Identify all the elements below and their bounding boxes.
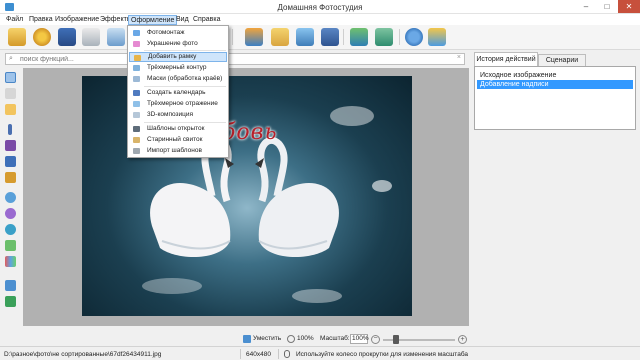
zoom-bar: Уместить 100% Масштаб: 100% − + (0, 332, 640, 346)
left-tool-strip (2, 68, 20, 326)
toolbar (0, 25, 640, 50)
menu-item-postcards[interactable]: Шаблоны открыток (129, 124, 227, 134)
frame-add-icon (134, 55, 141, 61)
fill-tool-icon[interactable] (5, 156, 16, 167)
status-hint: Используйте колесо прокрутки для изменен… (296, 351, 469, 358)
tab-scenarios[interactable]: Сценарии (538, 54, 586, 66)
menu-view[interactable]: Вид (174, 15, 191, 25)
channels-tool-icon[interactable] (5, 256, 16, 267)
help-icon[interactable] (405, 28, 423, 46)
calendar-icon (133, 90, 140, 96)
menu-help[interactable]: Справка (191, 15, 222, 25)
search-icon: ⌕ (9, 55, 13, 62)
menu-item-add-frame[interactable]: Добавить рамку (129, 52, 227, 62)
scale-label: Масштаб: (320, 335, 350, 342)
menu-file[interactable]: Файл (4, 15, 25, 25)
menu-design[interactable]: Оформление (128, 15, 178, 25)
menu-item-calendar[interactable]: Создать календарь (129, 88, 227, 98)
menu-edit[interactable]: Правка (27, 15, 55, 25)
montage-icon (133, 30, 140, 36)
rotate-tool-icon[interactable] (5, 296, 16, 307)
contour-icon (133, 65, 140, 71)
save-icon[interactable] (58, 28, 76, 46)
zoom-in-button[interactable]: + (458, 335, 467, 344)
menu-item-decoration[interactable]: Украшение фото (129, 39, 227, 49)
open-folder-icon[interactable] (8, 28, 26, 46)
image-dimensions: 640x480 (246, 351, 271, 358)
search-input[interactable] (20, 55, 440, 64)
decoration-icon (133, 41, 140, 47)
menu-item-import-templates[interactable]: Импорт шаблонов (129, 146, 227, 156)
design-menu-dropdown: Фотомонтаж Украшение фото Добавить рамку… (127, 25, 229, 158)
postcard-icon (133, 126, 140, 132)
title-bar: Домашняя Фотостудия – □ ✕ (0, 0, 640, 14)
blur-tool-icon[interactable] (5, 192, 16, 203)
stamp-tool-icon[interactable] (5, 172, 16, 183)
clear-search-icon[interactable]: × (457, 54, 461, 61)
image-icon[interactable] (107, 28, 125, 46)
menu-item-reflection[interactable]: Трёхмерное отражение (129, 99, 227, 109)
history-item[interactable]: Исходное изображение (477, 71, 633, 80)
menu-item-scroll[interactable]: Старинный свиток (129, 135, 227, 145)
pointer-tool-icon[interactable] (5, 72, 16, 83)
fit-button[interactable]: Уместить (253, 334, 281, 344)
print-icon[interactable] (82, 28, 100, 46)
hand-tool-icon[interactable] (5, 88, 16, 99)
actual-size-button[interactable]: 100% (297, 334, 314, 344)
menu-item-3d-composition[interactable]: 3D-композиция (129, 110, 227, 120)
dropper-tool-icon[interactable] (5, 140, 16, 151)
tab-history[interactable]: История действий (474, 52, 538, 66)
menu-item-3d-contour[interactable]: Трёхмерный контур (129, 63, 227, 73)
file-path: D:\разное\фото\не сортированные\67df2643… (4, 351, 162, 358)
menu-item-masks[interactable]: Маски (обработка краёв) (129, 74, 227, 84)
mouse-icon (284, 350, 290, 358)
maximize-button[interactable]: □ (597, 0, 617, 13)
menu-item-montage[interactable]: Фотомонтаж (129, 28, 227, 38)
import-icon (133, 148, 140, 154)
right-panel: История действий Сценарии Исходное изобр… (472, 52, 638, 327)
sharpen-tool-icon[interactable] (5, 208, 16, 219)
zoom-icon[interactable] (287, 335, 295, 343)
frame-icon[interactable] (245, 28, 263, 46)
calendar-icon[interactable] (321, 28, 339, 46)
fit-icon[interactable] (243, 335, 251, 343)
composition-icon (133, 112, 140, 118)
scale-field[interactable]: 100% (350, 334, 369, 344)
package-icon[interactable] (428, 28, 446, 46)
actual-size-icon[interactable] (375, 28, 393, 46)
crop-tool-icon[interactable] (5, 280, 16, 291)
photo-caption: бовь (222, 120, 278, 145)
function-search: ⌕ × (5, 53, 465, 65)
minimize-button[interactable]: – (576, 0, 596, 13)
color-palette-icon[interactable] (33, 28, 51, 46)
fit-icon[interactable] (350, 28, 368, 46)
status-bar: D:\разное\фото\не сортированные\67df2643… (0, 346, 640, 360)
zoom-tool-icon[interactable] (5, 104, 16, 115)
zoom-out-button[interactable]: − (371, 335, 380, 344)
history-list: Исходное изображение Добавление надписи (474, 66, 636, 130)
reflection-icon (133, 101, 140, 107)
close-button[interactable]: ✕ (618, 0, 640, 13)
layers-icon[interactable] (271, 28, 289, 46)
history-item-selected[interactable]: Добавление надписи (477, 80, 633, 89)
scroll-icon (133, 137, 140, 143)
menu-bar: Файл Правка Изображение Эффекты Оформлен… (0, 14, 640, 25)
zoom-slider-thumb[interactable] (393, 335, 399, 344)
red-eye-tool-icon[interactable] (5, 224, 16, 235)
menu-image[interactable]: Изображение (53, 15, 101, 25)
mask-icon (133, 76, 140, 82)
window-title: Домашняя Фотостудия (277, 3, 363, 12)
brush-tool-icon[interactable] (8, 124, 12, 135)
photo-icon[interactable] (296, 28, 314, 46)
color-tool-icon[interactable] (5, 240, 16, 251)
